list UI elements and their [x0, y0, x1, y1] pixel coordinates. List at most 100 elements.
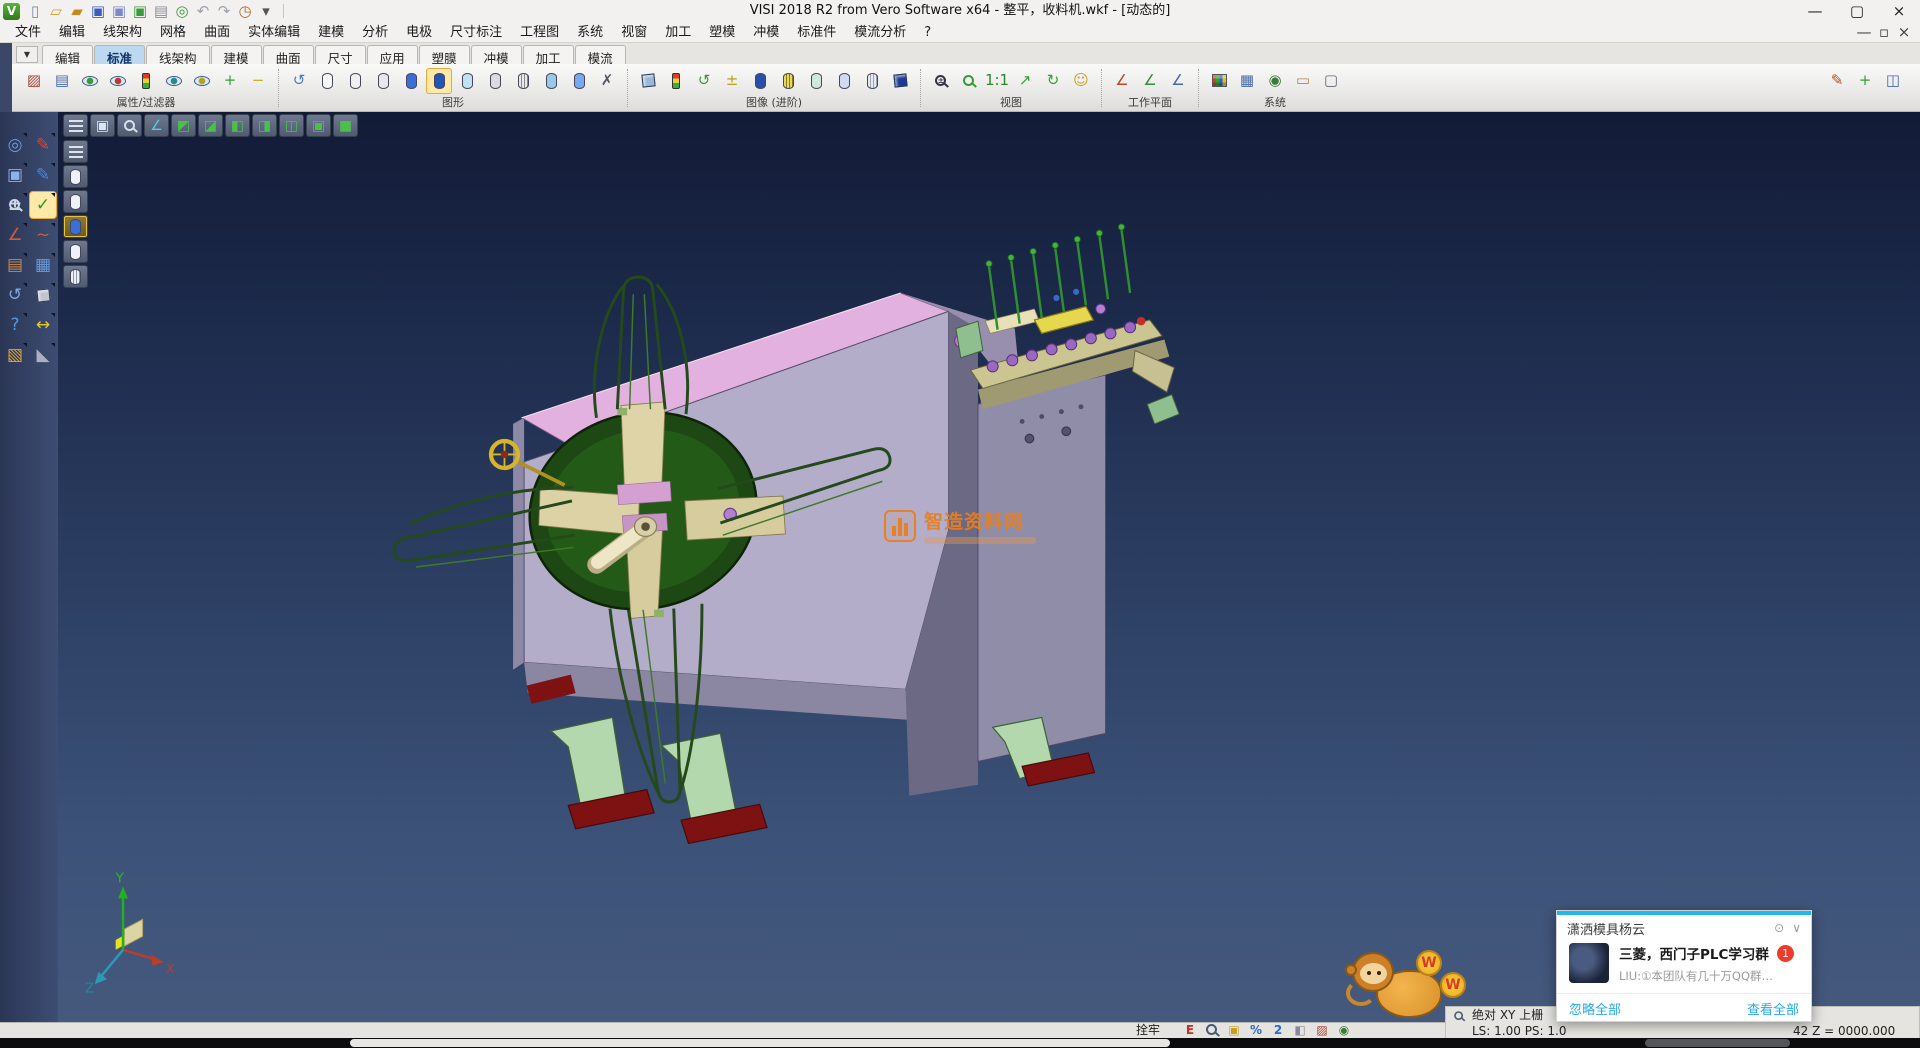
mdi-close-button[interactable]: ×	[1894, 24, 1914, 40]
menu-item[interactable]: 实体编辑	[239, 22, 309, 43]
solid-dark-icon[interactable]	[747, 68, 773, 94]
menu-item[interactable]: 电极	[397, 22, 441, 43]
hidden-line-icon[interactable]	[342, 68, 368, 94]
status-count-icon[interactable]: 2	[1268, 1021, 1288, 1039]
sidebar-zoom-inout-icon[interactable]: ±	[2, 192, 28, 218]
hidden-dashed-icon[interactable]	[370, 68, 396, 94]
chevron-down-icon[interactable]: ∨	[1792, 921, 1801, 935]
hide-entities-icon[interactable]	[105, 68, 131, 94]
sidebar-layers-icon[interactable]: ▧	[2, 342, 28, 368]
tab-dropdown-button[interactable]: ▼	[16, 46, 38, 63]
status-palette-icon[interactable]: ▨	[1312, 1021, 1332, 1039]
shade-wireframe-icon[interactable]	[63, 165, 88, 188]
zoom-window-icon[interactable]	[956, 68, 982, 94]
menu-item[interactable]: 标准件	[788, 22, 845, 43]
workplane-set-icon[interactable]: ∠	[1109, 68, 1135, 94]
menu-item[interactable]: ?	[915, 22, 940, 43]
tab[interactable]: 编辑	[42, 45, 93, 64]
sidebar-window-icon[interactable]: ▦	[30, 252, 56, 278]
status-zoom-icon[interactable]	[1202, 1021, 1222, 1039]
tab[interactable]: 曲面	[263, 45, 314, 64]
sidebar-edit-arc-icon[interactable]: ✎	[30, 162, 56, 188]
status-layer-icon[interactable]: ▣	[1224, 1021, 1244, 1039]
minimize-button[interactable]: —	[1794, 0, 1836, 22]
status-percent-icon[interactable]: %	[1246, 1021, 1266, 1039]
show-remove-icon[interactable]: −	[245, 68, 271, 94]
sidebar-spline-icon[interactable]: ~	[30, 222, 56, 248]
settings-gear-icon[interactable]: ⊙	[1774, 921, 1784, 935]
undo-icon[interactable]: ↶	[193, 2, 213, 20]
solid-copy-icon[interactable]	[831, 68, 857, 94]
status-solid-icon[interactable]: ◧	[1290, 1021, 1310, 1039]
iso-view-right-icon[interactable]: ◨	[252, 114, 277, 137]
sidebar-attributes-icon[interactable]: ▤	[2, 252, 28, 278]
shaded-icon[interactable]	[398, 68, 424, 94]
monitor-icon[interactable]: ▢	[1318, 68, 1344, 94]
save-all-icon[interactable]: ▣	[130, 2, 150, 20]
ribbon-extra-panel-icon[interactable]: ◫	[1880, 68, 1906, 94]
print-preview-icon[interactable]: ◎	[172, 2, 192, 20]
ribbon-extra-markup-icon[interactable]: ✎	[1824, 68, 1850, 94]
status-target-icon[interactable]: ◉	[1334, 1021, 1354, 1039]
translucent-icon[interactable]	[454, 68, 480, 94]
solid-hatch-icon[interactable]	[859, 68, 885, 94]
shade-hidden-icon[interactable]	[63, 190, 88, 213]
filter-traffic-icon[interactable]	[133, 68, 159, 94]
open-file-icon[interactable]: ▱	[46, 2, 66, 20]
zoom-dynamic-icon[interactable]	[117, 114, 142, 137]
copy-attributes-icon[interactable]: ▤	[49, 68, 75, 94]
menu-item[interactable]: 系统	[568, 22, 612, 43]
tab[interactable]: 尺寸	[315, 45, 366, 64]
close-button[interactable]: ×	[1878, 0, 1920, 22]
system-tools-icon[interactable]: ◉	[1262, 68, 1288, 94]
menu-item[interactable]: 视窗	[612, 22, 656, 43]
ruler-settings-icon[interactable]: ▭	[1290, 68, 1316, 94]
ribbon-extra-add-icon[interactable]: +	[1852, 68, 1878, 94]
solid-view-icon[interactable]	[887, 68, 913, 94]
shade-striped-icon[interactable]	[63, 265, 88, 288]
mdi-restore-button[interactable]: ▫	[1874, 24, 1894, 40]
wireframe-icon[interactable]	[314, 68, 340, 94]
toggle-visibility-icon[interactable]	[189, 68, 215, 94]
color-table-icon[interactable]	[1206, 68, 1232, 94]
tab[interactable]: 应用	[367, 45, 418, 64]
workplane-edit-icon[interactable]: ∠	[1137, 68, 1163, 94]
iso-view-top-icon[interactable]: ◩	[171, 114, 196, 137]
tab[interactable]: 线架构	[146, 45, 210, 64]
iso-view-bottom-icon[interactable]: ◪	[198, 114, 223, 137]
sidebar-refresh-icon[interactable]: ↺	[2, 282, 28, 308]
calculator-icon[interactable]: ▦	[1234, 68, 1260, 94]
menu-item[interactable]: 尺寸标注	[441, 22, 511, 43]
menu-item[interactable]: 曲面	[195, 22, 239, 43]
save-as-icon[interactable]: ▣	[109, 2, 129, 20]
menu-item[interactable]: 模流分析	[845, 22, 915, 43]
maximize-button[interactable]: ▢	[1836, 0, 1878, 22]
sidebar-cube-icon[interactable]	[30, 282, 56, 308]
menu-item[interactable]: 分析	[353, 22, 397, 43]
striped-shading-icon[interactable]	[510, 68, 536, 94]
menu-item[interactable]: 文件	[6, 22, 50, 43]
zoom-extents-icon[interactable]: ▣	[90, 114, 115, 137]
advanced-filter-icon[interactable]	[663, 68, 689, 94]
status-snap-icon[interactable]: E	[1180, 1021, 1200, 1039]
pan-view-icon[interactable]: ↗	[1012, 68, 1038, 94]
tab[interactable]: 冲模	[471, 45, 522, 64]
advanced-add-icon[interactable]	[635, 68, 661, 94]
refresh-visibility-icon[interactable]	[161, 68, 187, 94]
view-menu-icon[interactable]	[63, 114, 88, 137]
menu-item[interactable]: 编辑	[50, 22, 94, 43]
advanced-toggle-icon[interactable]: ±	[719, 68, 745, 94]
tab[interactable]: 加工	[523, 45, 574, 64]
rotate-view-icon[interactable]: ↻	[1040, 68, 1066, 94]
tab[interactable]: 模流	[575, 45, 626, 64]
shade-selected-icon[interactable]	[538, 68, 564, 94]
tab[interactable]: 标准	[94, 45, 145, 64]
show-add-icon[interactable]: +	[217, 68, 243, 94]
zoom-actual-icon[interactable]: 1:1	[984, 68, 1010, 94]
sidebar-workplane-icon[interactable]: ∠	[2, 222, 28, 248]
more-commands-icon[interactable]: ▾	[256, 2, 276, 20]
shade-flat-icon[interactable]	[63, 240, 88, 263]
tab[interactable]: 建模	[211, 45, 262, 64]
solid-check-icon[interactable]	[803, 68, 829, 94]
viewport-3d[interactable]: Y X Z ▣∠◩◪◧◨◫▣■ 智造资料网 WW	[58, 112, 1920, 1022]
